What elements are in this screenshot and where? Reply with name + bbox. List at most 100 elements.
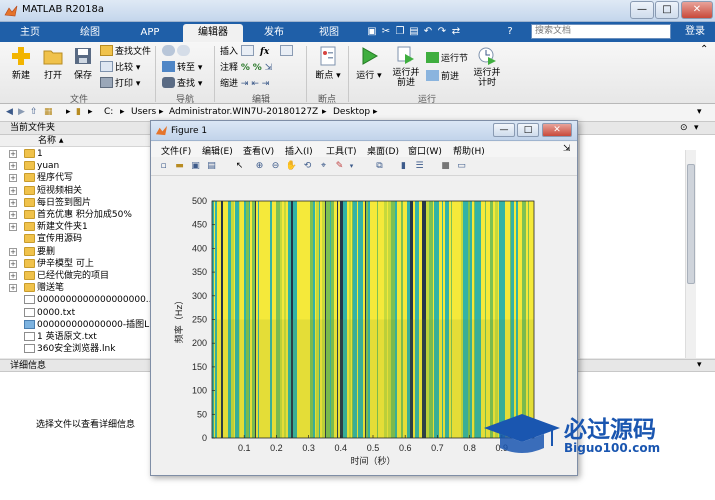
menu-dock-icon[interactable]: ⇲ <box>563 144 571 154</box>
paste-quick-icon[interactable]: ▤ <box>408 24 420 39</box>
back-forward-buttons[interactable] <box>162 45 192 59</box>
file-list-item[interactable]: + 要删 <box>0 246 151 258</box>
collapse-ribbon-icon[interactable]: ⌃ <box>700 44 708 55</box>
file-list-item[interactable]: 000000000000000-插图L... <box>0 319 151 331</box>
save-figure-icon[interactable]: ▣ <box>189 160 202 173</box>
expand-toggle-icon[interactable]: + <box>9 247 17 256</box>
menu-window[interactable]: 窗口(W) <box>408 144 442 157</box>
maximize-button[interactable]: □ <box>655 1 679 19</box>
expand-toggle-icon[interactable]: + <box>9 223 17 232</box>
figure-maximize-button[interactable]: □ <box>517 123 539 137</box>
file-list-item[interactable]: + 短视频相关 <box>0 185 151 197</box>
login-button[interactable]: 登录 <box>680 24 710 39</box>
insert-button[interactable]: 插入 <box>220 45 256 59</box>
name-column-header[interactable]: 名称 ▲ <box>0 135 151 147</box>
indent-button[interactable]: 缩进 ⇥ ⇤ ⇥ <box>220 77 269 91</box>
file-list-item[interactable]: + 伊辛模型 可上 <box>0 258 151 270</box>
colorbar-icon[interactable]: ▮ <box>397 160 410 173</box>
panel-menu-icon[interactable]: ▾ <box>694 123 699 133</box>
redo-quick-icon[interactable]: ↷ <box>436 24 448 39</box>
fx-button[interactable]: fx <box>260 45 269 59</box>
scrollbar-thumb[interactable] <box>687 164 695 284</box>
file-list-item[interactable]: + 程序代写 <box>0 172 151 184</box>
cut-quick-icon[interactable]: ✂ <box>380 24 392 39</box>
new-figure-icon[interactable]: ▫ <box>157 160 170 173</box>
open-button[interactable]: 打开 <box>38 46 68 81</box>
expand-toggle-icon[interactable]: + <box>9 211 17 219</box>
breadcrumb-users[interactable]: Users <box>131 107 156 117</box>
save-quick-icon[interactable]: ▣ <box>366 24 378 39</box>
file-list-item[interactable]: + yuan <box>0 160 151 172</box>
file-list-item[interactable]: + 首充优惠 积分加成50% <box>0 209 151 221</box>
print-figure-icon[interactable]: ▤ <box>205 160 218 173</box>
data-cursor-icon[interactable]: ⌖ <box>317 160 330 173</box>
breadcrumb-desktop[interactable]: Desktop <box>333 107 370 117</box>
menu-insert[interactable]: 插入(I) <box>285 144 313 157</box>
save-button[interactable]: 保存 <box>68 46 98 81</box>
print-button[interactable]: 打印 ▾ <box>100 77 140 91</box>
pointer-icon[interactable]: ↖ <box>233 160 246 173</box>
link-plot-icon[interactable]: ⧉ <box>373 160 386 173</box>
zoom-out-icon[interactable]: ⊖ <box>269 160 282 173</box>
file-list-item[interactable]: + 已经代做完的项目 <box>0 270 151 282</box>
expand-toggle-icon[interactable]: + <box>9 284 17 293</box>
breakpoints-button[interactable]: 断点 ▾ <box>311 46 345 81</box>
copy-quick-icon[interactable]: ❐ <box>394 24 406 39</box>
undo-quick-icon[interactable]: ↶ <box>422 24 434 39</box>
find-files-button[interactable]: 查找文件 <box>100 45 151 59</box>
panel-actions-icon[interactable]: ⊙ <box>680 123 688 133</box>
expand-toggle-icon[interactable]: + <box>9 174 17 183</box>
run-section-button[interactable]: 运行节 <box>426 52 468 66</box>
file-list-item[interactable]: 360安全浏览器.lnk <box>0 343 151 355</box>
run-and-advance-button[interactable]: 运行并 前进 <box>389 46 423 88</box>
tab-plots[interactable]: 绘图 <box>68 24 112 42</box>
menu-file[interactable]: 文件(F) <box>161 144 191 157</box>
run-button[interactable]: 运行 ▾ <box>353 46 385 81</box>
file-list-item[interactable]: 0000.txt <box>0 307 151 319</box>
switch-windows-icon[interactable]: ⇄ <box>450 24 462 39</box>
search-documentation-input[interactable]: 搜索文档 <box>531 24 671 39</box>
goto-button[interactable]: 转至 ▾ <box>162 61 202 75</box>
tab-home[interactable]: 主页 <box>8 24 52 42</box>
expand-toggle-icon[interactable]: + <box>9 162 17 171</box>
address-dropdown-icon[interactable]: ▾ <box>697 107 702 117</box>
hide-plot-tools-icon[interactable]: ■ <box>439 160 452 173</box>
file-list-item[interactable]: 1 英语原文.txt <box>0 331 151 343</box>
menu-view[interactable]: 查看(V) <box>243 144 274 157</box>
tab-view[interactable]: 视图 <box>305 24 353 42</box>
advance-button[interactable]: 前进 <box>426 70 459 84</box>
file-list-item[interactable]: +1 <box>0 148 151 160</box>
back-arrow-icon[interactable]: ◀ <box>6 107 13 117</box>
expand-toggle-icon[interactable]: + <box>9 186 17 195</box>
zoom-in-icon[interactable]: ⊕ <box>253 160 266 173</box>
figure-minimize-button[interactable]: — <box>493 123 515 137</box>
minimize-button[interactable]: — <box>630 1 654 19</box>
file-list-item[interactable]: + 赠送笔 <box>0 282 151 294</box>
legend-icon[interactable]: ☰ <box>413 160 426 173</box>
new-button[interactable]: 新建 <box>6 46 36 81</box>
open-file-icon[interactable]: ▬ <box>173 160 186 173</box>
breadcrumb-drive[interactable]: C: <box>104 107 113 117</box>
up-folder-icon[interactable]: ⇧ <box>30 107 38 117</box>
file-list-scrollbar[interactable] <box>685 150 696 358</box>
figure-close-button[interactable]: ✕ <box>542 123 572 137</box>
menu-tools[interactable]: 工具(T) <box>326 144 357 157</box>
file-list-item[interactable]: 0000000000000000000... <box>0 294 151 306</box>
comment-button[interactable]: 注释 % % ⇲ <box>220 61 272 75</box>
file-list-item[interactable]: + 每日签到图片 <box>0 197 151 209</box>
breadcrumb-admin[interactable]: Administrator.WIN7U-20180127Z <box>169 107 318 117</box>
tab-editor[interactable]: 编辑器 <box>183 24 243 42</box>
menu-help[interactable]: 帮助(H) <box>453 144 485 157</box>
help-quick-icon[interactable]: ? <box>504 24 516 39</box>
close-button[interactable]: ✕ <box>681 1 713 19</box>
expand-toggle-icon[interactable]: + <box>9 272 17 280</box>
show-plot-tools-icon[interactable]: ▭ <box>455 160 468 173</box>
run-and-time-button[interactable]: 运行并 计时 <box>470 46 504 88</box>
rotate-3d-icon[interactable]: ⟲ <box>301 160 314 173</box>
details-menu-icon[interactable]: ▾ <box>697 360 702 370</box>
fx-options-icon[interactable] <box>280 45 295 59</box>
file-list-item[interactable]: + 新建文件夹1 <box>0 221 151 233</box>
find-button[interactable]: 查找 ▾ <box>162 77 202 91</box>
tab-publish[interactable]: 发布 <box>250 24 298 42</box>
tab-apps[interactable]: APP <box>128 24 172 42</box>
